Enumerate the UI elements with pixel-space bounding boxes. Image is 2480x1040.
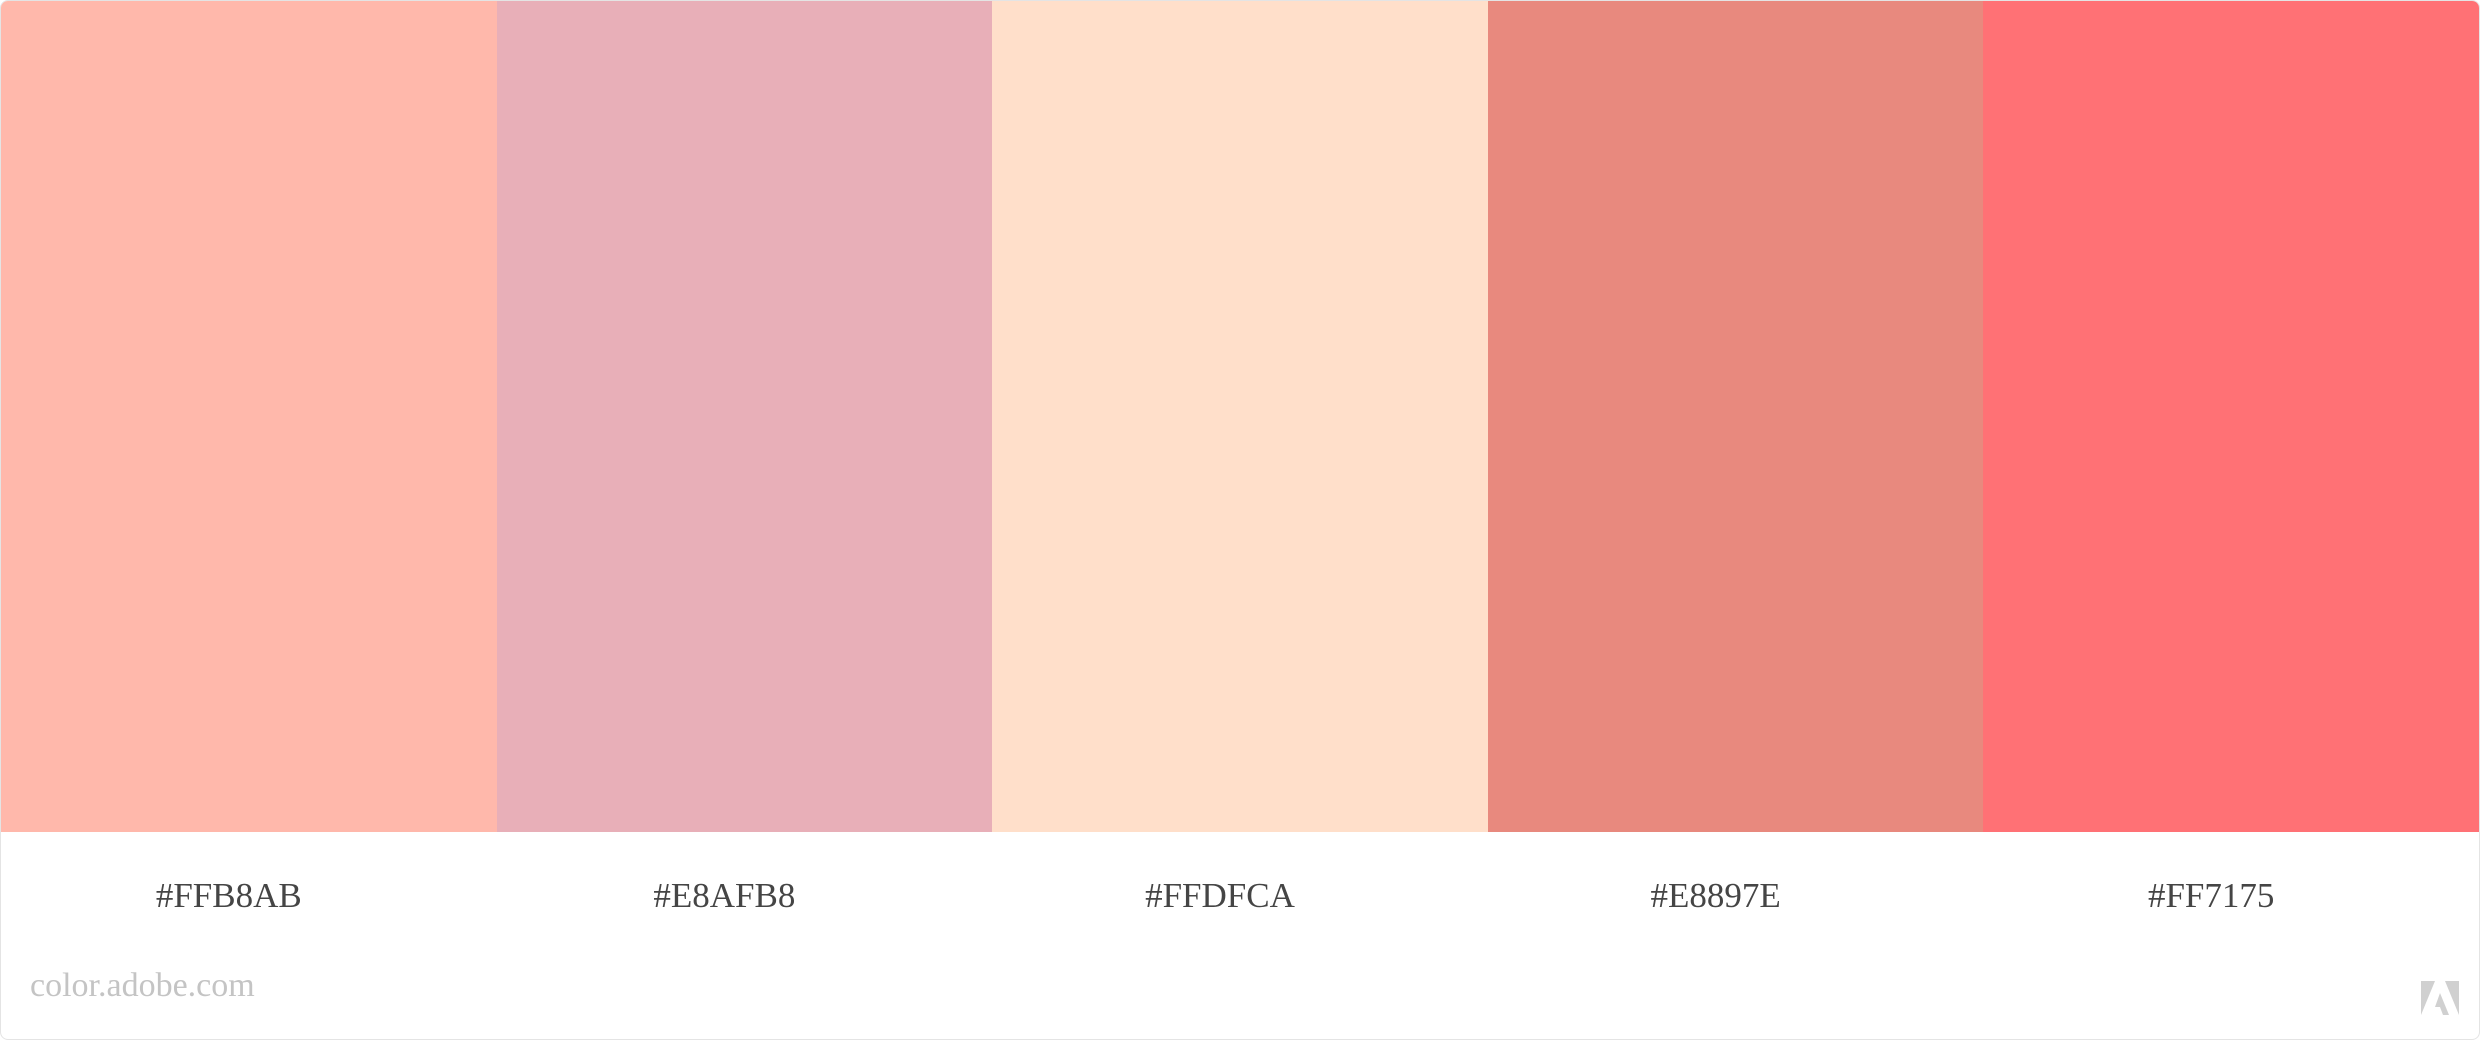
palette-card: #FFB8AB #E8AFB8 #FFDFCA #E8897E #FF7175 …: [0, 0, 2480, 1040]
hex-code-label[interactable]: #FF7175: [1983, 876, 2479, 916]
adobe-logo-icon: [2421, 981, 2459, 1015]
hex-label-cell: #FFB8AB: [1, 832, 497, 960]
hex-label-cell: #E8897E: [1488, 832, 1984, 960]
hex-label-cell: #E8AFB8: [497, 832, 993, 960]
color-swatch-2[interactable]: [496, 1, 993, 832]
hex-code-label[interactable]: #E8897E: [1488, 876, 1984, 916]
hex-label-row: #FFB8AB #E8AFB8 #FFDFCA #E8897E #FF7175: [1, 832, 2479, 960]
hex-code-label[interactable]: #FFB8AB: [1, 876, 497, 916]
hex-label-cell: #FF7175: [1983, 832, 2479, 960]
hex-code-label[interactable]: #E8AFB8: [497, 876, 993, 916]
color-swatch-3[interactable]: [992, 1, 1488, 832]
swatch-row: [1, 1, 2479, 832]
hex-code-label[interactable]: #FFDFCA: [992, 876, 1488, 916]
source-watermark: color.adobe.com: [30, 967, 255, 1004]
color-swatch-5[interactable]: [1983, 1, 2479, 832]
hex-label-cell: #FFDFCA: [992, 832, 1488, 960]
color-swatch-4[interactable]: [1487, 1, 1984, 832]
color-swatch-1[interactable]: [1, 1, 497, 832]
